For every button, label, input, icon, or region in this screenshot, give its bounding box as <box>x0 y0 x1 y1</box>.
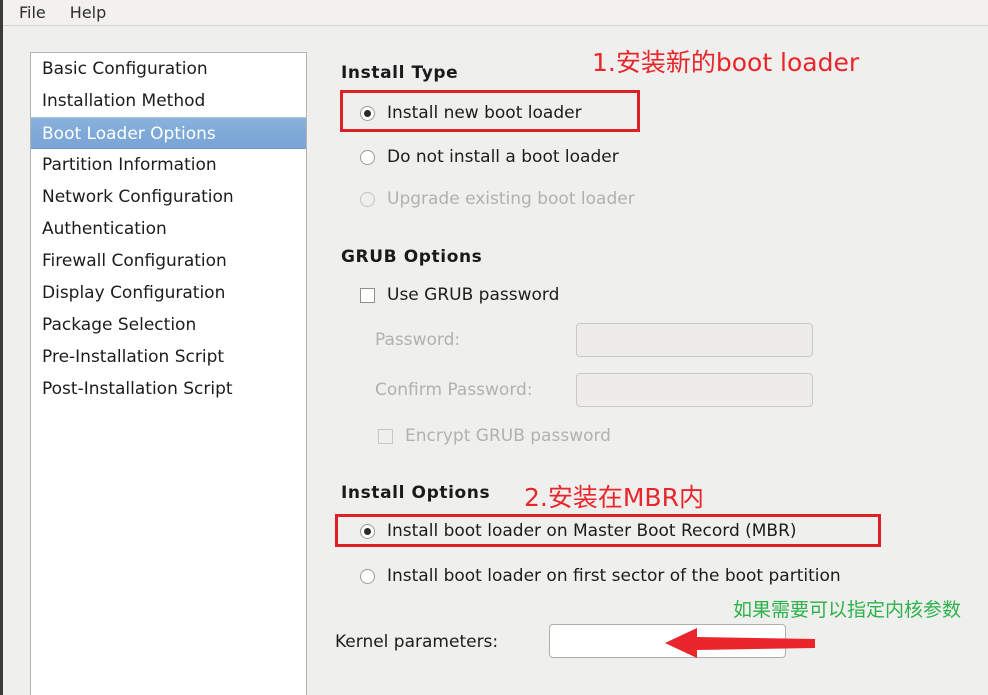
sidebar-item-boot-loader-options[interactable]: Boot Loader Options <box>31 117 306 149</box>
sidebar-item-partition-information[interactable]: Partition Information <box>31 149 306 181</box>
kickstart-configurator-window: File Help Basic Configuration Installati… <box>0 0 988 695</box>
radio-install-on-mbr-icon[interactable] <box>360 523 375 539</box>
radio-row-do-not-install-boot-loader[interactable]: Do not install a boot loader <box>360 147 619 167</box>
radio-row-upgrade-existing-boot-loader: Upgrade existing boot loader <box>360 189 635 209</box>
sidebar-item-network-configuration[interactable]: Network Configuration <box>31 181 306 213</box>
sidebar-item-authentication[interactable]: Authentication <box>31 213 306 245</box>
annotation-text-kernel-parameters: 如果需要可以指定内核参数 <box>733 599 962 621</box>
radio-row-install-on-mbr[interactable]: Install boot loader on Master Boot Recor… <box>360 521 797 541</box>
radio-install-on-mbr-label: Install boot loader on Master Boot Recor… <box>387 521 797 541</box>
menu-item-help[interactable]: Help <box>58 1 118 25</box>
radio-install-on-first-sector-label: Install boot loader on first sector of t… <box>387 566 841 586</box>
sidebar-item-firewall-configuration[interactable]: Firewall Configuration <box>31 245 306 277</box>
radio-row-install-new-boot-loader[interactable]: Install new boot loader <box>360 103 582 123</box>
checkbox-use-grub-password-icon[interactable] <box>360 287 375 303</box>
radio-do-not-install-boot-loader-icon[interactable] <box>360 149 375 165</box>
checkbox-use-grub-password-label: Use GRUB password <box>387 285 560 305</box>
sidebar-item-display-configuration[interactable]: Display Configuration <box>31 277 306 309</box>
sidebar-item-post-installation-script[interactable]: Post-Installation Script <box>31 373 306 405</box>
radio-upgrade-existing-boot-loader-icon <box>360 191 375 207</box>
kernel-parameters-label: Kernel parameters: <box>335 632 499 652</box>
sidebar-item-installation-method[interactable]: Installation Method <box>31 85 306 117</box>
confirm-password-field[interactable] <box>576 373 813 407</box>
grub-options-heading: GRUB Options <box>341 247 483 267</box>
menu-bar: File Help <box>3 0 988 26</box>
checkbox-encrypt-grub-password-icon <box>378 428 393 444</box>
radio-do-not-install-boot-loader-label: Do not install a boot loader <box>387 147 619 167</box>
radio-install-new-boot-loader-icon[interactable] <box>360 105 375 121</box>
menu-item-file[interactable]: File <box>15 1 58 25</box>
sidebar-navigation-list[interactable]: Basic Configuration Installation Method … <box>30 52 307 695</box>
radio-upgrade-existing-boot-loader-label: Upgrade existing boot loader <box>387 189 635 209</box>
sidebar-item-pre-installation-script[interactable]: Pre-Installation Script <box>31 341 306 373</box>
checkbox-encrypt-grub-password-label: Encrypt GRUB password <box>405 426 611 446</box>
password-label: Password: <box>375 330 461 350</box>
radio-install-new-boot-loader-label: Install new boot loader <box>387 103 582 123</box>
annotation-text-install-type: 1.安装新的boot loader <box>592 48 860 77</box>
sidebar-item-basic-configuration[interactable]: Basic Configuration <box>31 53 306 85</box>
confirm-password-label: Confirm Password: <box>375 380 533 400</box>
checkbox-row-encrypt-grub-password: Encrypt GRUB password <box>378 426 611 446</box>
install-type-heading: Install Type <box>341 63 459 83</box>
checkbox-row-use-grub-password[interactable]: Use GRUB password <box>360 285 559 305</box>
password-field[interactable] <box>576 323 813 357</box>
annotation-text-install-options: 2.安装在MBR内 <box>524 483 704 512</box>
kernel-parameters-field[interactable] <box>549 624 786 658</box>
sidebar-item-package-selection[interactable]: Package Selection <box>31 309 306 341</box>
install-options-heading: Install Options <box>341 483 491 503</box>
radio-install-on-first-sector-icon[interactable] <box>360 568 375 584</box>
radio-row-install-on-first-sector[interactable]: Install boot loader on first sector of t… <box>360 566 841 586</box>
